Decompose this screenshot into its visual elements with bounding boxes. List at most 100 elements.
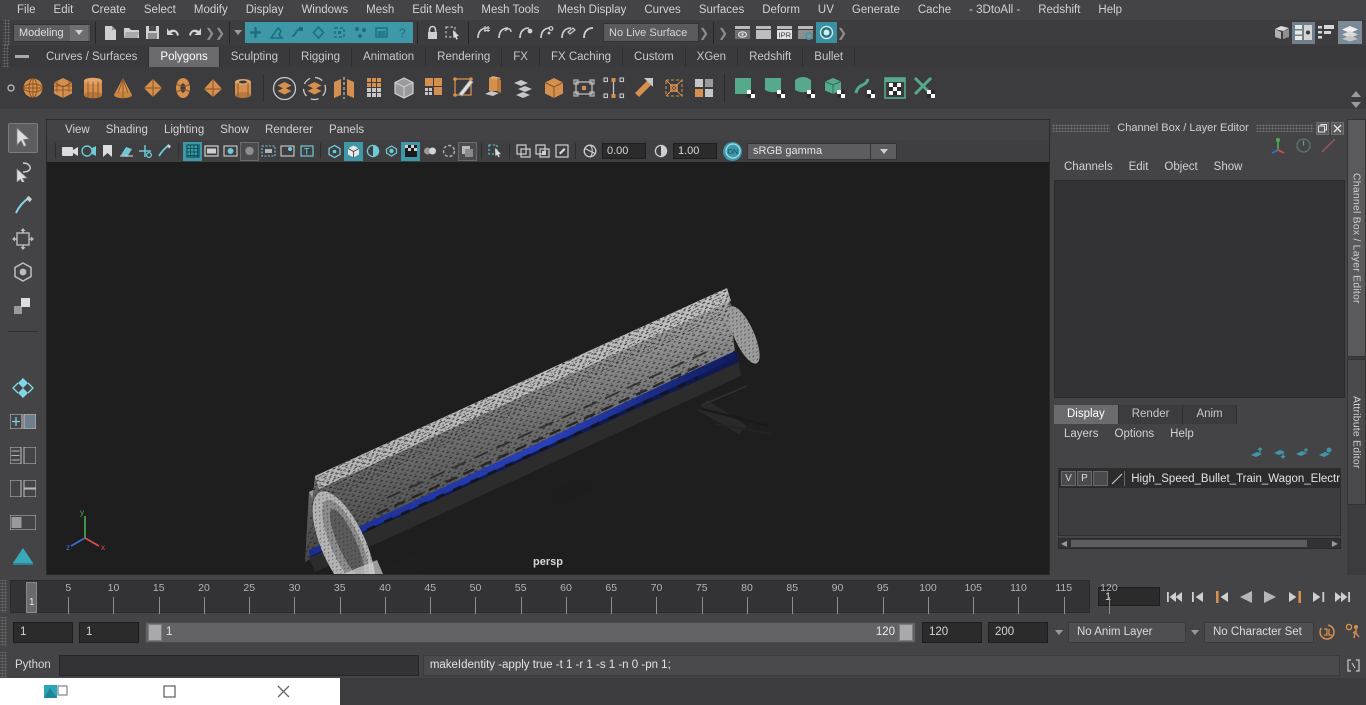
wireframe-shading-icon[interactable] — [221, 142, 240, 161]
single-perspective-layout-icon[interactable] — [8, 407, 38, 437]
color-space-dropdown-icon[interactable] — [871, 142, 897, 160]
xray-icon[interactable] — [325, 142, 344, 161]
menu-mesh-display[interactable]: Mesh Display — [548, 0, 635, 20]
menu-file[interactable]: File — [8, 0, 45, 20]
close-window-icon[interactable] — [227, 678, 340, 705]
shadows-icon[interactable] — [344, 141, 363, 161]
range-slider-gripper[interactable] — [0, 617, 7, 647]
move-layer-down-icon[interactable] — [1272, 447, 1287, 463]
status-fold-2[interactable]: ❯ — [215, 22, 225, 43]
select-by-hierarchy-icon[interactable] — [245, 22, 266, 43]
step-back-frame-icon[interactable] — [1212, 587, 1232, 607]
shelf-tab-fx[interactable]: FX — [502, 47, 540, 67]
ipr-render-icon[interactable]: IPR — [774, 22, 795, 43]
make-live-icon[interactable] — [578, 22, 599, 43]
go-to-start-icon[interactable] — [1164, 587, 1184, 607]
time-slider-gripper[interactable] — [0, 580, 7, 613]
right-tab-channel-box[interactable]: Channel Box / Layer Editor — [1347, 119, 1366, 357]
uv-planar-icon[interactable] — [730, 71, 760, 105]
channel-box-content[interactable] — [1054, 180, 1345, 398]
playback-end-time-field[interactable]: 120 — [922, 621, 982, 643]
tool-settings-icon[interactable] — [1315, 22, 1338, 44]
select-help-icon[interactable]: ? — [392, 22, 413, 43]
manipulator-axes-icon[interactable] — [1270, 137, 1287, 157]
snap-to-projected-center-icon[interactable] — [536, 22, 557, 43]
poly-pipe-icon[interactable] — [228, 71, 258, 105]
snap-to-curve-icon[interactable] — [494, 22, 515, 43]
maya-home-icon[interactable] — [8, 541, 38, 571]
speed-gauge-icon[interactable] — [1295, 137, 1312, 157]
grid-toggle-icon[interactable] — [183, 141, 202, 161]
multi-cut-tool-icon[interactable] — [449, 71, 479, 105]
poly-cone-icon[interactable] — [108, 71, 138, 105]
lasso-select-tool[interactable] — [8, 157, 38, 187]
component-uvs-icon[interactable] — [371, 22, 392, 43]
script-editor-icon[interactable] — [1343, 655, 1363, 676]
poly-torus-icon[interactable] — [168, 71, 198, 105]
save-scene-icon[interactable] — [142, 22, 163, 43]
panel-undock-icon[interactable] — [1316, 121, 1329, 135]
bookmark-icon[interactable] — [98, 142, 117, 161]
menu-edit-mesh[interactable]: Edit Mesh — [403, 0, 472, 20]
menu-create[interactable]: Create — [82, 0, 135, 20]
shelf-menu-icon[interactable] — [9, 47, 35, 67]
panel-drag-dots-right[interactable] — [1255, 124, 1314, 132]
new-layer-from-selection-icon[interactable] — [1318, 447, 1333, 463]
uv-automatic-icon[interactable] — [820, 71, 850, 105]
menu-windows[interactable]: Windows — [292, 0, 357, 20]
select-by-object-type-icon[interactable] — [266, 22, 287, 43]
uv-unfold-icon[interactable] — [850, 71, 880, 105]
ambient-occlusion-icon[interactable] — [363, 142, 382, 161]
smooth-icon[interactable] — [359, 71, 389, 105]
snap-to-point-icon[interactable] — [515, 22, 536, 43]
screen-space-ao-icon[interactable] — [401, 141, 420, 161]
layer-menu-options[interactable]: Options — [1107, 428, 1163, 440]
play-backwards-icon[interactable] — [1236, 587, 1256, 607]
scroll-left-icon[interactable]: ◀ — [1059, 539, 1069, 548]
maya-app-icon[interactable] — [0, 678, 113, 705]
snap-to-grid-icon[interactable] — [473, 22, 494, 43]
color-management-toggle-icon[interactable]: ON — [723, 141, 742, 161]
use-all-lights-icon[interactable] — [278, 142, 297, 161]
smooth-preview-icon[interactable] — [389, 71, 419, 105]
viewport-menu-panels[interactable]: Panels — [321, 120, 372, 140]
menu-mesh[interactable]: Mesh — [357, 0, 403, 20]
show-hide-modeling-toolkit-icon[interactable] — [1271, 22, 1292, 43]
color-space-field[interactable]: sRGB gamma — [747, 142, 871, 160]
viewport-menu-lighting[interactable]: Lighting — [156, 120, 212, 140]
xray-active-components-icon[interactable] — [533, 142, 552, 161]
menu-set-selector[interactable]: Modeling — [13, 23, 91, 42]
poly-cube-icon[interactable] — [48, 71, 78, 105]
shelf-tab-xgen[interactable]: XGen — [685, 47, 739, 67]
viewport-menu-view[interactable]: View — [57, 120, 98, 140]
shelf-tab-custom[interactable]: Custom — [623, 47, 686, 67]
select-tool[interactable] — [8, 123, 38, 153]
go-to-end-icon[interactable] — [1332, 587, 1352, 607]
open-scene-icon[interactable] — [121, 22, 142, 43]
menu-help[interactable]: Help — [1089, 0, 1131, 20]
anim-layer-field[interactable]: No Anim Layer — [1068, 621, 1186, 643]
layer-shading-toggle[interactable] — [1093, 471, 1108, 486]
playback-start-time-field[interactable]: 1 — [79, 621, 139, 643]
poly-plane-icon[interactable] — [138, 71, 168, 105]
step-forward-frame-icon[interactable] — [1284, 587, 1304, 607]
status-fold-1[interactable]: ❯ — [205, 22, 215, 43]
shelf-tab-bullet[interactable]: Bullet — [803, 47, 856, 67]
channel-menu-edit[interactable]: Edit — [1121, 157, 1157, 177]
range-slider-track[interactable]: 1 120 — [145, 621, 916, 643]
command-input-field[interactable] — [58, 654, 419, 676]
film-gate-icon[interactable] — [202, 142, 221, 161]
maximize-window-icon[interactable] — [113, 678, 226, 705]
isolate-select-icon[interactable] — [458, 141, 477, 161]
status-fold-3[interactable] — [234, 22, 242, 43]
scroll-right-icon[interactable]: ▶ — [1330, 539, 1340, 548]
render-settings-icon[interactable] — [795, 22, 816, 43]
hypershade-layout-icon[interactable] — [8, 508, 38, 538]
status-fold-6[interactable]: ❯ — [837, 22, 847, 43]
menu-modify[interactable]: Modify — [185, 0, 237, 20]
shelf-tab-rigging[interactable]: Rigging — [290, 47, 353, 67]
two-d-pan-zoom-icon[interactable] — [136, 142, 155, 161]
shelf-tab-fx-caching[interactable]: FX Caching — [539, 47, 624, 67]
selection-mask-icon[interactable] — [443, 22, 464, 43]
exposure-icon[interactable] — [580, 142, 599, 161]
